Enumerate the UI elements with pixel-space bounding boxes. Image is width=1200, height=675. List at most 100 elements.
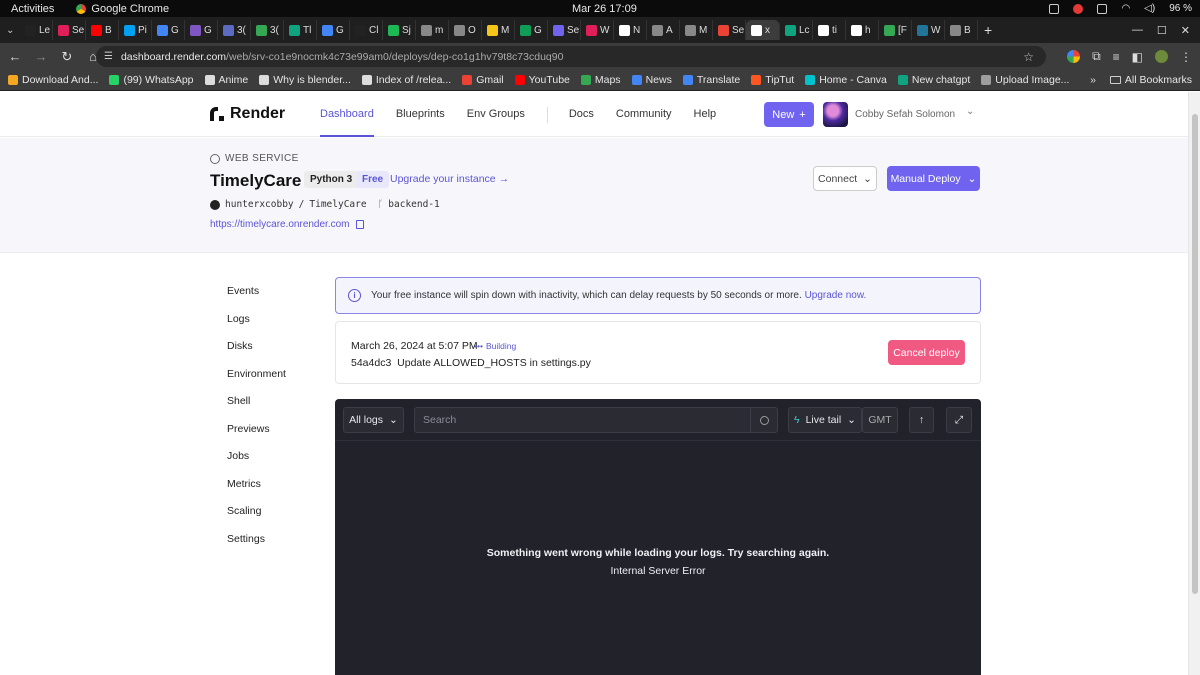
log-filter-dropdown[interactable]: All logs ⌄	[343, 407, 404, 433]
browser-tab[interactable]: 3(	[251, 20, 284, 40]
bookmark-star-icon[interactable]: ☆	[1023, 50, 1034, 64]
browser-tab[interactable]: [F	[879, 20, 912, 40]
browser-tab[interactable]: Le	[20, 20, 53, 40]
browser-tab[interactable]: Pi	[119, 20, 152, 40]
nav-blueprints[interactable]: Blueprints	[396, 92, 445, 137]
system-tray[interactable]: ◠ ◁) 96 %	[1049, 3, 1192, 14]
bookmark-item[interactable]: Index of /relea...	[361, 74, 451, 86]
bookmark-item[interactable]: News	[631, 74, 672, 86]
browser-tab[interactable]: W	[912, 20, 945, 40]
browser-tab[interactable]: Lc	[780, 20, 813, 40]
bookmark-item[interactable]: (99) WhatsApp	[109, 74, 194, 86]
sidebar-item-previews[interactable]: Previews	[227, 423, 286, 451]
bookmark-item[interactable]: Why is blender...	[259, 74, 351, 86]
bookmark-item[interactable]: Home - Canva	[805, 74, 887, 86]
browser-tab[interactable]: Se	[548, 20, 581, 40]
scroll-top-button[interactable]: ↑	[909, 407, 934, 433]
log-search-input[interactable]: Search	[414, 407, 778, 433]
browser-tab[interactable]: B	[945, 20, 978, 40]
upgrade-instance-link[interactable]: Upgrade your instance →	[390, 173, 509, 185]
bookmark-item[interactable]: YouTube	[514, 74, 570, 86]
reading-list-icon[interactable]: ≡	[1113, 50, 1120, 64]
browser-tab[interactable]: G	[317, 20, 350, 40]
forward-icon[interactable]: →	[30, 49, 52, 64]
do-not-disturb-icon[interactable]	[1073, 3, 1084, 14]
bookmark-item[interactable]: TipTut	[751, 74, 794, 86]
browser-tab[interactable]: Tl	[284, 20, 317, 40]
tray-icon[interactable]	[1049, 3, 1060, 14]
close-icon[interactable]: ✕	[1181, 24, 1190, 37]
fullscreen-button[interactable]: ⤢	[946, 407, 972, 433]
browser-tab[interactable]: G	[152, 20, 185, 40]
extension-icon[interactable]	[1067, 50, 1081, 63]
browser-tab[interactable]: G	[185, 20, 218, 40]
profile-avatar-icon[interactable]	[1155, 50, 1168, 63]
site-info-icon[interactable]: ☰	[104, 51, 113, 62]
manual-deploy-button[interactable]: Manual Deploy ⌄	[887, 166, 980, 191]
nav-env-groups[interactable]: Env Groups	[467, 92, 525, 137]
new-tab-button[interactable]: +	[984, 22, 992, 38]
browser-tab[interactable]: Se	[713, 20, 746, 40]
service-url-link[interactable]: https://timelycare.onrender.com	[210, 219, 350, 230]
bookmark-item[interactable]: Anime	[204, 74, 248, 86]
clipboard-icon[interactable]	[1097, 3, 1108, 14]
app-menu[interactable]: Google Chrome	[76, 3, 169, 15]
browser-tab[interactable]: Cl	[350, 20, 383, 40]
battery-level[interactable]: 96 %	[1169, 3, 1192, 14]
bookmark-item[interactable]: Upload Image...	[981, 74, 1069, 86]
sidebar-item-metrics[interactable]: Metrics	[227, 478, 286, 506]
address-bar[interactable]: ☰ dashboard.render.com /web/srv-co1e9noc…	[96, 46, 1046, 67]
browser-tab[interactable]: Se	[53, 20, 86, 40]
sidebar-item-logs[interactable]: Logs	[227, 313, 286, 341]
upgrade-now-link[interactable]: Upgrade now.	[805, 290, 867, 301]
browser-tab[interactable]: G	[515, 20, 548, 40]
bookmark-item[interactable]: Download And...	[8, 74, 98, 86]
live-tail-dropdown[interactable]: ϟ Live tail ⌄	[788, 407, 862, 433]
sidebar-item-scaling[interactable]: Scaling	[227, 505, 286, 533]
nav-docs[interactable]: Docs	[569, 92, 594, 137]
browser-tab[interactable]: N	[614, 20, 647, 40]
render-logo[interactable]: Render	[210, 105, 285, 123]
copy-icon[interactable]	[355, 220, 364, 229]
back-icon[interactable]: ←	[4, 49, 26, 64]
browser-tab[interactable]: M	[482, 20, 515, 40]
timezone-toggle[interactable]: GMT	[862, 407, 898, 433]
nav-help[interactable]: Help	[694, 92, 717, 137]
puzzle-icon[interactable]: ⧉	[1092, 49, 1101, 64]
scrollbar-thumb[interactable]	[1192, 114, 1198, 594]
maximize-icon[interactable]: ☐	[1157, 24, 1167, 37]
browser-tab[interactable]: M	[680, 20, 713, 40]
menu-kebab-icon[interactable]: ⋮	[1180, 50, 1192, 64]
more-bookmarks-button[interactable]: »	[1090, 74, 1096, 86]
sidebar-item-settings[interactable]: Settings	[227, 533, 286, 561]
browser-tab[interactable]: A	[647, 20, 680, 40]
volume-icon[interactable]: ◁)	[1144, 3, 1155, 14]
minimize-icon[interactable]: —	[1132, 24, 1143, 37]
browser-tab[interactable]: 3(	[218, 20, 251, 40]
browser-tab[interactable]: ti	[813, 20, 846, 40]
bookmark-item[interactable]: Maps	[580, 74, 621, 86]
nav-dashboard[interactable]: Dashboard	[320, 92, 374, 137]
wifi-icon[interactable]: ◠	[1121, 3, 1130, 14]
bookmark-item[interactable]: New chatgpt	[897, 74, 970, 86]
commit-hash[interactable]: 54a4dc3	[351, 357, 391, 369]
page-scrollbar[interactable]	[1188, 92, 1200, 675]
clock[interactable]: Mar 26 17:09	[572, 3, 637, 15]
sidebar-item-shell[interactable]: Shell	[227, 395, 286, 423]
repo-owner-link[interactable]: hunterxcobby	[225, 199, 294, 210]
user-name[interactable]: Cobby Sefah Solomon	[855, 109, 955, 120]
connect-button[interactable]: Connect ⌄	[813, 166, 877, 191]
browser-tab[interactable]: W	[581, 20, 614, 40]
chevron-down-icon[interactable]: ⌄	[966, 106, 974, 117]
search-button[interactable]	[750, 408, 777, 432]
bookmark-item[interactable]: Gmail	[462, 74, 504, 86]
side-panel-icon[interactable]: ◧	[1132, 50, 1143, 64]
avatar[interactable]	[823, 102, 848, 127]
sidebar-item-environment[interactable]: Environment	[227, 368, 286, 396]
browser-tab[interactable]: h	[846, 20, 879, 40]
cancel-deploy-button[interactable]: Cancel deploy	[888, 340, 965, 365]
browser-tab[interactable]: B	[86, 20, 119, 40]
browser-tab[interactable]: O	[449, 20, 482, 40]
nav-community[interactable]: Community	[616, 92, 672, 137]
all-bookmarks-button[interactable]: All Bookmarks	[1109, 74, 1192, 86]
